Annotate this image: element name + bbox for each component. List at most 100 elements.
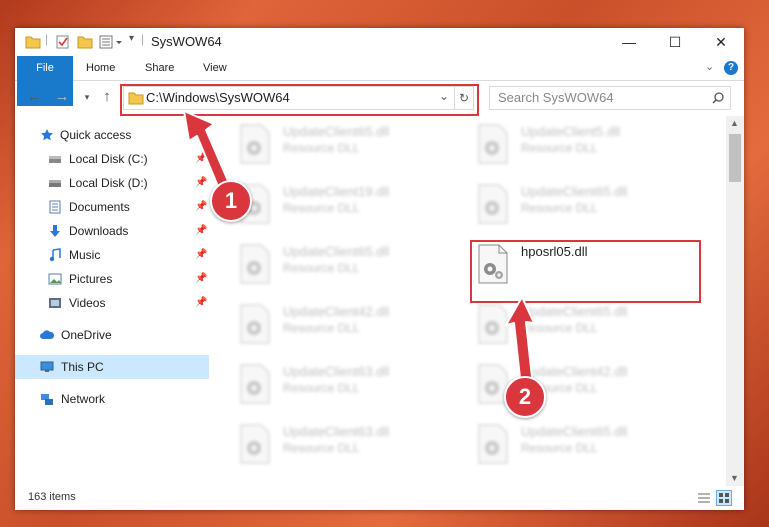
sidebar-item-pictures[interactable]: Pictures 📌 xyxy=(15,267,209,291)
minimize-button[interactable]: — xyxy=(606,28,652,56)
pin-icon[interactable]: 📌 xyxy=(195,291,207,315)
file-description: Resource DLL xyxy=(521,441,598,455)
sidebar-item-this-pc[interactable]: This PC xyxy=(15,355,209,379)
properties-icon[interactable] xyxy=(55,34,71,50)
sidebar-item-label: Music xyxy=(69,248,101,262)
file-description: Resource DLL xyxy=(283,141,360,155)
scroll-up-icon[interactable]: ▲ xyxy=(730,118,739,128)
pin-icon[interactable]: 📌 xyxy=(195,219,207,243)
sidebar-item-local-disk-c[interactable]: Local Disk (C:) 📌 xyxy=(15,147,209,171)
file-name: UpdateClient65.dll xyxy=(283,244,390,259)
customize-toolbar-icon[interactable] xyxy=(99,34,125,50)
recent-locations-icon[interactable]: ▾ xyxy=(77,87,97,107)
forward-button[interactable]: → xyxy=(52,87,72,107)
item-count: 163 items xyxy=(28,491,76,503)
up-button[interactable]: ↑ xyxy=(97,87,117,107)
close-button[interactable]: ✕ xyxy=(698,28,744,56)
file-item[interactable]: UpdateClient65.dll Resource DLL xyxy=(449,420,679,470)
tab-home[interactable]: Home xyxy=(72,56,129,80)
sidebar-item-label: Pictures xyxy=(69,272,113,286)
cloud-icon xyxy=(40,330,54,339)
dll-file-icon xyxy=(240,424,270,464)
search-icon[interactable] xyxy=(712,92,724,104)
file-highlight-box xyxy=(470,240,701,303)
tab-view[interactable]: View xyxy=(189,56,241,80)
dll-file-icon xyxy=(240,124,270,164)
sidebar-item-label: Documents xyxy=(69,200,130,214)
file-name: UpdateClient63.dll xyxy=(283,424,390,439)
file-name: UpdateClient65.dll xyxy=(521,424,628,439)
sidebar-item-label: This PC xyxy=(61,360,104,374)
file-item[interactable]: UpdateClient63.dll Resource DLL xyxy=(211,420,441,470)
status-bar: 163 items xyxy=(15,486,744,510)
file-name: UpdateClient42.dll xyxy=(521,364,628,379)
sidebar-item-label: Quick access xyxy=(60,128,132,142)
new-folder-icon[interactable] xyxy=(77,34,93,50)
file-description: Resource DLL xyxy=(521,201,598,215)
file-name: UpdateClient19.dll xyxy=(283,184,390,199)
dll-file-icon xyxy=(478,304,508,344)
file-item[interactable]: UpdateClient42.dll Resource DLL xyxy=(211,300,441,350)
pin-icon[interactable]: 📌 xyxy=(195,195,207,219)
file-description: Resource DLL xyxy=(521,141,598,155)
sidebar-item-downloads[interactable]: Downloads 📌 xyxy=(15,219,209,243)
file-name: UpdateClient65.dll xyxy=(521,184,628,199)
sidebar-item-label: Videos xyxy=(69,296,106,310)
file-item[interactable]: UpdateClient65.dll Resource DLL xyxy=(449,180,679,230)
sidebar-item-quick-access[interactable]: Quick access xyxy=(15,123,209,147)
download-icon xyxy=(50,225,60,237)
navigation-pane: Quick access Local Disk (C:) 📌 Local Dis… xyxy=(15,116,209,481)
vertical-scrollbar[interactable]: ▲ ▼ xyxy=(726,116,744,486)
file-description: Resource DLL xyxy=(521,321,598,335)
step-badge-1: 1 xyxy=(210,180,252,222)
sidebar-item-label: OneDrive xyxy=(61,328,112,342)
step-badge-2: 2 xyxy=(504,376,546,418)
scroll-down-icon[interactable]: ▼ xyxy=(730,473,739,483)
file-item[interactable]: UpdateClient65.dll Resource DLL xyxy=(449,300,679,350)
help-icon[interactable]: ? xyxy=(724,61,738,75)
scroll-thumb[interactable] xyxy=(729,134,741,182)
sidebar-item-local-disk-d[interactable]: Local Disk (D:) 📌 xyxy=(15,171,209,195)
file-item[interactable]: UpdateClient42.dll Resource DLL xyxy=(449,360,679,410)
file-name: UpdateClient5.dll xyxy=(521,124,621,139)
drive-icon xyxy=(49,156,61,163)
file-description: Resource DLL xyxy=(283,261,360,275)
sidebar-item-label: Network xyxy=(61,392,106,406)
star-icon xyxy=(41,129,53,141)
large-icons-view-icon[interactable] xyxy=(716,490,732,506)
sidebar-item-onedrive[interactable]: OneDrive xyxy=(15,323,209,347)
expand-ribbon-icon[interactable]: ⌄ xyxy=(705,60,714,73)
pin-icon[interactable]: 📌 xyxy=(195,243,207,267)
file-description: Resource DLL xyxy=(283,441,360,455)
sidebar-item-videos[interactable]: Videos 📌 xyxy=(15,291,209,315)
file-item[interactable]: UpdateClient65.dll Resource DLL xyxy=(211,120,441,170)
dll-file-icon xyxy=(240,244,270,284)
separator: | xyxy=(141,32,145,46)
search-input[interactable]: Search SysWOW64 xyxy=(498,90,614,105)
pin-icon[interactable]: 📌 xyxy=(195,147,207,171)
network-icon xyxy=(41,394,53,405)
file-name: UpdateClient65.dll xyxy=(521,304,628,319)
file-item[interactable]: UpdateClient65.dll Resource DLL xyxy=(211,240,441,290)
dll-file-icon xyxy=(240,304,270,344)
tab-share[interactable]: Share xyxy=(131,56,188,80)
file-name: UpdateClient65.dll xyxy=(283,124,390,139)
pin-icon[interactable]: 📌 xyxy=(195,267,207,291)
sidebar-item-music[interactable]: Music 📌 xyxy=(15,243,209,267)
file-item[interactable]: UpdateClient5.dll Resource DLL xyxy=(449,120,679,170)
back-button[interactable]: ← xyxy=(24,87,44,107)
address-highlight-box xyxy=(120,84,479,116)
search-box[interactable]: Search SysWOW64 xyxy=(489,86,731,110)
computer-icon xyxy=(40,361,54,372)
dll-file-icon xyxy=(478,424,508,464)
window-title: SysWOW64 xyxy=(151,34,222,49)
maximize-button[interactable]: ☐ xyxy=(652,28,698,56)
quick-access-dropdown-icon[interactable]: ▾ xyxy=(129,33,134,44)
sidebar-item-documents[interactable]: Documents 📌 xyxy=(15,195,209,219)
details-view-icon[interactable] xyxy=(697,492,711,504)
pictures-icon xyxy=(48,273,62,285)
file-description: Resource DLL xyxy=(283,381,360,395)
pin-icon[interactable]: 📌 xyxy=(195,171,207,195)
sidebar-item-network[interactable]: Network xyxy=(15,387,209,411)
file-item[interactable]: UpdateClient63.dll Resource DLL xyxy=(211,360,441,410)
